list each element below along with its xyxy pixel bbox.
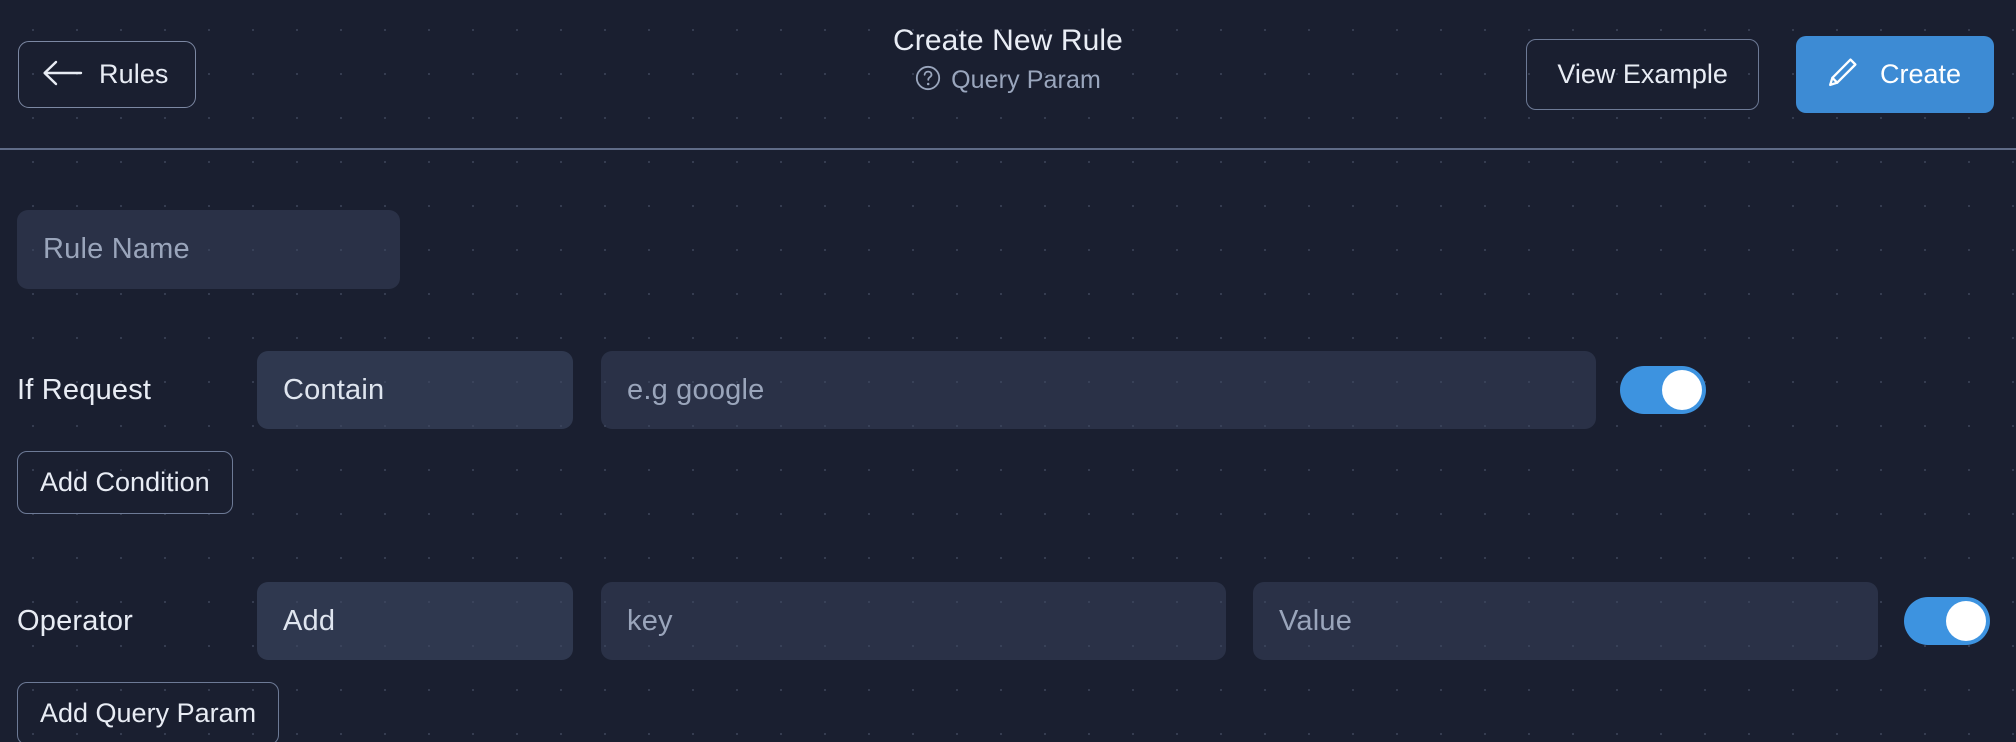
condition-row: If Request Contain e.g google <box>0 351 2016 429</box>
condition-label: If Request <box>17 373 152 406</box>
operator-value-input[interactable]: Value <box>1253 582 1878 660</box>
operator-toggle[interactable] <box>1904 597 1990 645</box>
question-circle-icon[interactable] <box>915 65 941 96</box>
condition-toggle[interactable] <box>1620 366 1706 414</box>
create-button[interactable]: Create <box>1795 35 1994 113</box>
create-button-label: Create <box>1879 58 1961 89</box>
add-query-param-button[interactable]: Add Query Param <box>17 682 280 742</box>
arrow-left-icon <box>41 59 83 90</box>
rule-name-input[interactable]: Rule Name <box>17 210 400 289</box>
operator-value-placeholder: Value <box>1279 604 1353 637</box>
add-condition-button[interactable]: Add Condition <box>17 451 233 514</box>
operator-label: Operator <box>17 604 134 637</box>
page-subtitle-row: Query Param <box>915 65 1101 96</box>
operator-key-placeholder: key <box>627 604 673 637</box>
operator-key-input[interactable]: key <box>601 582 1226 660</box>
condition-operator-select[interactable]: Contain <box>257 351 573 429</box>
rule-form: Rule Name If Request Contain e.g google … <box>0 150 2016 742</box>
operator-row: Operator Add key Value <box>0 582 2016 660</box>
header-actions: View Example Create <box>1526 35 1994 113</box>
rule-name-row: Rule Name <box>0 150 2016 289</box>
view-example-button[interactable]: View Example <box>1526 38 1759 110</box>
operator-action-value: Add <box>283 604 336 637</box>
operator-toggle-knob <box>1946 601 1986 641</box>
condition-operator-value: Contain <box>283 373 385 406</box>
page-header: Rules Create New Rule Query Param View E… <box>0 0 2016 150</box>
back-to-rules-button[interactable]: Rules <box>18 40 196 108</box>
back-button-label: Rules <box>99 58 169 89</box>
condition-toggle-knob <box>1662 370 1702 410</box>
page-subtitle: Query Param <box>951 65 1101 94</box>
pencil-icon <box>1824 55 1860 94</box>
rule-name-placeholder: Rule Name <box>43 233 190 265</box>
operator-action-select[interactable]: Add <box>257 582 573 660</box>
condition-value-placeholder: e.g google <box>627 373 765 406</box>
condition-value-input[interactable]: e.g google <box>601 351 1596 429</box>
